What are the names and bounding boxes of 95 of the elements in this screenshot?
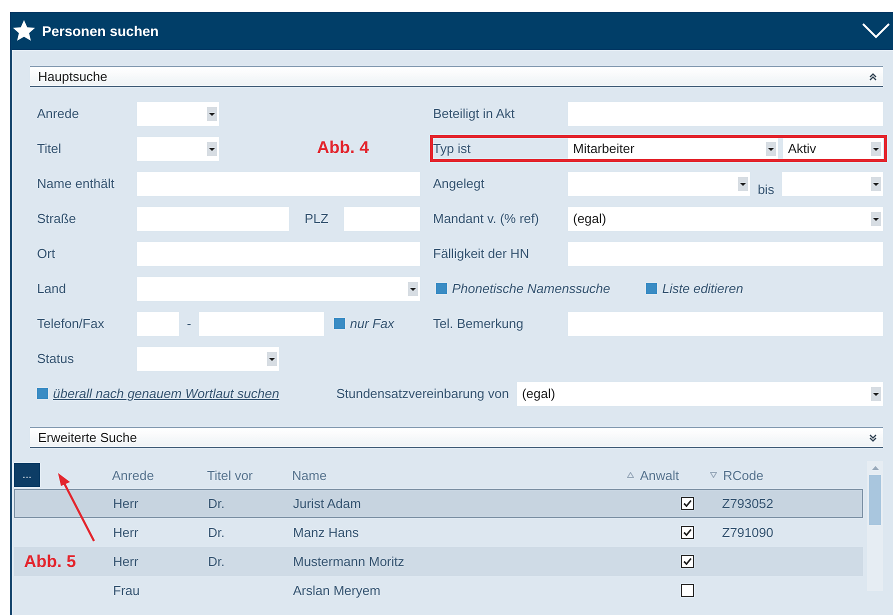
caret-icon bbox=[408, 282, 418, 296]
table-cell-text: Arslan Meryem bbox=[293, 583, 382, 598]
checkbox-label: nur Fax bbox=[350, 316, 394, 331]
caret-icon bbox=[766, 142, 776, 156]
column-header[interactable]: Name bbox=[292, 468, 620, 482]
table-cell-text: Dr. bbox=[208, 496, 226, 511]
section-title: Hauptsuche bbox=[38, 69, 108, 84]
checkbox[interactable] bbox=[334, 318, 345, 329]
checkbox-label: Liste editieren bbox=[662, 281, 744, 296]
field-label: PLZ bbox=[304, 211, 330, 226]
chevron-down-icon[interactable] bbox=[862, 23, 890, 39]
dropdown-field[interactable] bbox=[137, 276, 420, 300]
scrollbar[interactable] bbox=[867, 461, 883, 591]
input-field[interactable] bbox=[568, 242, 883, 266]
caret-icon bbox=[871, 212, 881, 226]
column-header[interactable]: Anwalt bbox=[640, 468, 703, 482]
column-header[interactable]: Titel vor bbox=[207, 468, 292, 482]
checkbox[interactable] bbox=[681, 497, 694, 510]
column-header[interactable]: RCode bbox=[723, 468, 863, 482]
table-cell-text: Herr bbox=[113, 525, 140, 540]
table-cell-text: Jurist Adam bbox=[293, 496, 362, 511]
caret-icon bbox=[738, 176, 748, 190]
table-row[interactable]: Herr Dr. Manz Hans Z791090 bbox=[14, 518, 863, 547]
dropdown-field[interactable]: (egal) bbox=[516, 382, 883, 406]
caret-icon bbox=[207, 142, 217, 156]
table-cell-text: Herr bbox=[113, 496, 140, 511]
table-cell-text: Dr. bbox=[208, 554, 226, 569]
column-header[interactable]: Anrede bbox=[112, 468, 207, 482]
dropdown-field[interactable] bbox=[137, 136, 219, 160]
section-title: Erweiterte Suche bbox=[38, 430, 137, 445]
dropdown-field[interactable] bbox=[782, 172, 883, 196]
input-field[interactable] bbox=[199, 312, 324, 336]
table-cell-text: Z791090 bbox=[722, 525, 774, 540]
field-label: Typ ist bbox=[433, 141, 472, 156]
checkbox[interactable] bbox=[681, 526, 694, 539]
field-label: Beteiligt in Akt bbox=[433, 106, 516, 121]
caret-icon bbox=[871, 386, 881, 400]
caret-icon bbox=[871, 142, 881, 156]
star-icon bbox=[12, 19, 36, 43]
input-field[interactable] bbox=[568, 312, 883, 336]
input-field[interactable] bbox=[137, 206, 289, 230]
field-label: Fälligkeit der HN bbox=[433, 246, 530, 261]
input-field[interactable] bbox=[568, 102, 883, 126]
table-row[interactable]: Herr Dr. Jurist Adam Z793052 bbox=[14, 489, 863, 518]
annotation-arrow bbox=[56, 473, 96, 543]
caret-icon bbox=[207, 106, 217, 120]
expand-icon[interactable] bbox=[869, 434, 877, 442]
dropdown-field[interactable] bbox=[568, 172, 750, 196]
field-label: Anrede bbox=[37, 106, 80, 121]
collapse-icon[interactable] bbox=[869, 72, 877, 80]
section-header[interactable]: Erweiterte Suche bbox=[30, 427, 883, 448]
dropdown-field[interactable] bbox=[137, 102, 219, 126]
annotation-label: Abb. 4 bbox=[317, 138, 369, 158]
checkbox[interactable] bbox=[37, 388, 48, 399]
input-field[interactable] bbox=[344, 206, 420, 230]
table-cell-text: Manz Hans bbox=[293, 525, 360, 540]
scroll-up-icon[interactable] bbox=[870, 465, 880, 471]
sort-descending-icon[interactable] bbox=[710, 472, 716, 478]
field-label: Telefon/Fax bbox=[37, 316, 106, 331]
field-label: Tel. Bemerkung bbox=[433, 316, 524, 331]
table-cell-text: Z793052 bbox=[722, 496, 774, 511]
field-label: Ort bbox=[37, 246, 56, 261]
field-label: Titel bbox=[37, 141, 62, 156]
field-label: Status bbox=[37, 351, 75, 366]
field-label: Angelegt bbox=[433, 176, 486, 191]
field-label: bis bbox=[756, 182, 776, 199]
table-cell-text: Herr bbox=[113, 554, 140, 569]
field-label: Mandant v. (% ref) bbox=[433, 211, 540, 226]
annotation-label: Abb. 5 bbox=[24, 552, 76, 572]
sort-ascending-icon[interactable] bbox=[626, 472, 634, 478]
field-label: Name enthält bbox=[37, 176, 116, 191]
table-cell-text: Frau bbox=[113, 583, 141, 598]
input-field[interactable] bbox=[137, 172, 420, 196]
menu-button[interactable]: ... bbox=[14, 463, 40, 487]
checkbox[interactable] bbox=[681, 584, 694, 597]
dropdown-field[interactable]: (egal) bbox=[568, 206, 883, 230]
table-row[interactable]: Frau Arslan Meryem bbox=[14, 576, 863, 605]
field-label: Straße bbox=[37, 211, 78, 226]
caret-icon bbox=[871, 176, 881, 190]
checkbox-label: Phonetische Namenssuche bbox=[452, 281, 610, 296]
checkbox[interactable] bbox=[436, 283, 447, 294]
input-field[interactable] bbox=[137, 242, 420, 266]
caret-icon bbox=[267, 352, 277, 366]
table-cell-text: Mustermann Moritz bbox=[293, 554, 406, 569]
section-header[interactable]: Hauptsuche bbox=[30, 66, 883, 87]
table-cell-text: Dr. bbox=[208, 525, 226, 540]
checkbox[interactable] bbox=[681, 555, 694, 568]
checkbox-label[interactable]: überall nach genauem Wortlaut suchen bbox=[53, 386, 280, 401]
field-label: Land bbox=[37, 281, 67, 296]
field-label: Stundensatzvereinbarung von bbox=[336, 386, 509, 401]
window-title: Personen suchen bbox=[42, 23, 160, 39]
input-field[interactable] bbox=[137, 312, 179, 336]
field-label: - bbox=[186, 316, 192, 331]
checkbox[interactable] bbox=[646, 283, 658, 294]
dropdown-field[interactable] bbox=[137, 346, 279, 370]
